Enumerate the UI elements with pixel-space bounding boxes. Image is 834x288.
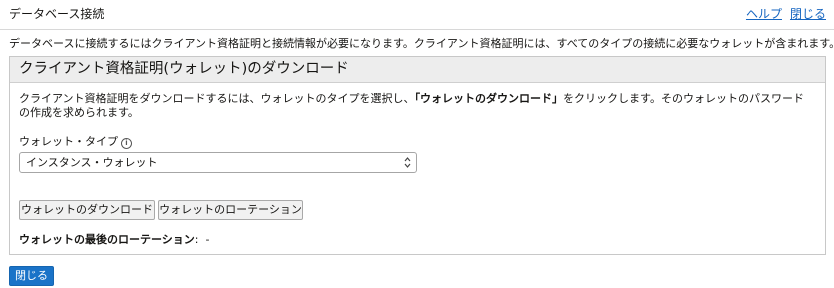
dialog-header: データベース接続 ヘルプ 閉じる (0, 0, 834, 30)
rotate-wallet-button[interactable]: ウォレットのローテーション (158, 200, 303, 220)
last-rotation-label: ウォレットの最後のローテーション (19, 233, 195, 246)
last-rotation-value: - (205, 233, 210, 246)
page-title: データベース接続 (9, 7, 105, 21)
info-icon[interactable]: i (121, 138, 132, 149)
wallet-type-label-text: ウォレット・タイプ (19, 135, 118, 148)
select-arrows-icon (404, 157, 411, 168)
wallet-type-label: ウォレット・タイプ i (19, 135, 132, 149)
wallet-download-section: クライアント資格証明(ウォレット)のダウンロード クライアント資格証明をダウンロ… (9, 56, 826, 255)
close-link[interactable]: 閉じる (790, 7, 826, 21)
section-title: クライアント資格証明(ウォレット)のダウンロード (10, 57, 825, 83)
help-link[interactable]: ヘルプ (746, 7, 782, 21)
last-rotation-separator: : (194, 233, 199, 246)
header-links: ヘルプ 閉じる (746, 7, 826, 22)
last-rotation-info: ウォレットの最後のローテーション: - (19, 233, 209, 247)
desc-text-before: クライアント資格証明をダウンロードするには、ウォレットのタイプを選択し、 (19, 92, 415, 105)
desc-text-bold: 「ウォレットのダウンロード」 (414, 92, 564, 105)
section-description: クライアント資格証明をダウンロードするには、ウォレットのタイプを選択し、「ウォレ… (19, 92, 814, 120)
wallet-type-selected-value: インスタンス・ウォレット (26, 156, 158, 169)
intro-text: データベースに接続するにはクライアント資格証明と接続情報が必要になります。クライ… (9, 37, 834, 50)
wallet-type-select[interactable]: インスタンス・ウォレット (19, 152, 417, 173)
download-wallet-button[interactable]: ウォレットのダウンロード (19, 200, 155, 220)
close-button[interactable]: 閉じる (9, 266, 54, 286)
